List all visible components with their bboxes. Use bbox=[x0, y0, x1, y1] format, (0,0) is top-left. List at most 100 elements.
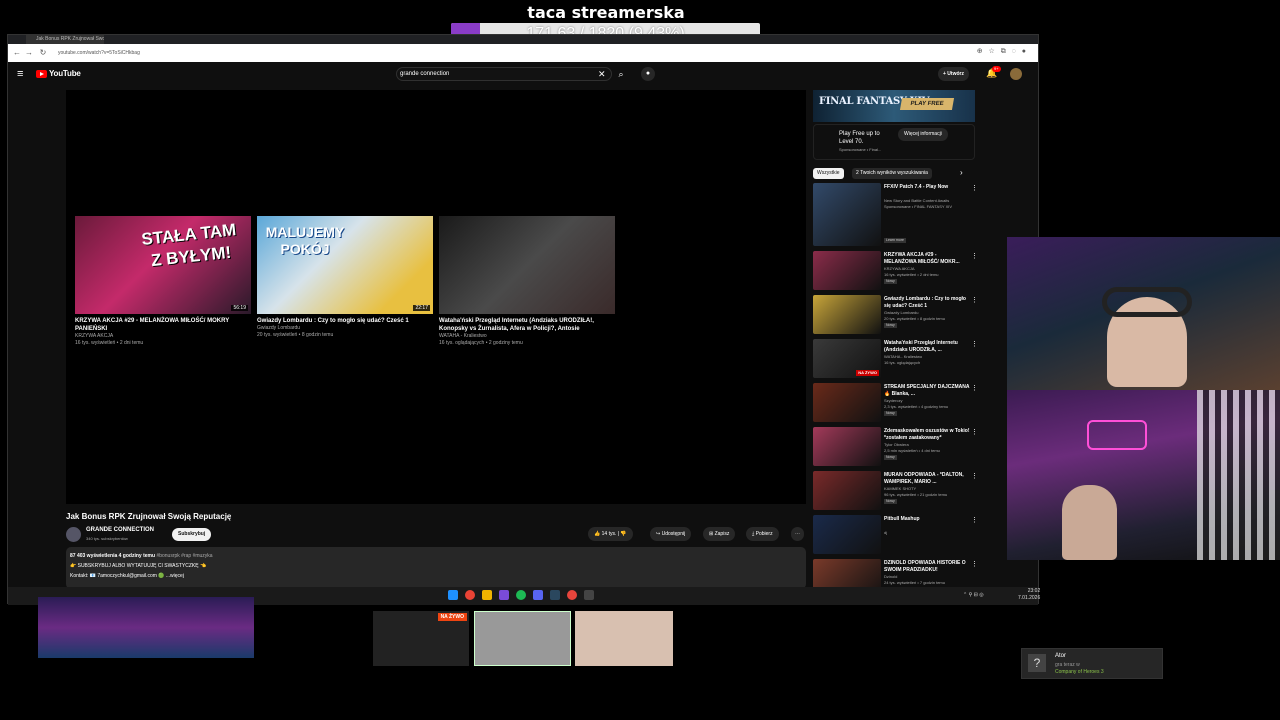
recommendation-item[interactable]: Zdemaskowałem oszustów w Tokio! *zostałe… bbox=[813, 427, 1038, 469]
browser-tab[interactable]: Jak Bonus RPK Zrujnował Swoją Reputację bbox=[26, 35, 104, 44]
video-player[interactable]: STAŁA TAM Z BYŁYM! 56:19 KRZYWA AKCJA #2… bbox=[66, 90, 806, 504]
spotify-icon[interactable] bbox=[516, 590, 526, 600]
recommendation-title: Wataha'ński Przegląd Internetu (Andziaks… bbox=[884, 340, 958, 353]
ad-info-card bbox=[813, 124, 975, 160]
youtube-logo[interactable]: YouTube bbox=[36, 69, 81, 78]
ad-more-info-button[interactable]: Więcej informacji bbox=[898, 128, 948, 141]
learn-more-button[interactable]: Learn more bbox=[884, 238, 906, 243]
more-options-icon[interactable]: ⋮ bbox=[971, 472, 978, 480]
ad-play-free-button[interactable]: PLAY FREE bbox=[899, 98, 955, 110]
like-button[interactable]: 👍 14 tys. | 👎 bbox=[588, 527, 633, 541]
subscribe-button[interactable]: Subskrybuj bbox=[172, 528, 212, 541]
recommendation-meta: 24 tys. wyświetleń • 7 godzin temu bbox=[884, 580, 945, 585]
save-button[interactable]: ⊞ Zapisz bbox=[703, 527, 736, 541]
recommendation-title: Gwiazdy Lombardu : Czy to mogło się udać… bbox=[884, 296, 966, 309]
player-name: Ator bbox=[1055, 653, 1067, 659]
app-icon[interactable] bbox=[584, 590, 594, 600]
tray-icons[interactable]: ⌃ ⚲ ⊟ ◎ bbox=[963, 592, 984, 598]
stream-title: taca streamerska bbox=[527, 3, 685, 22]
more-options-icon[interactable]: ⋮ bbox=[971, 252, 978, 260]
more-options-icon[interactable]: ⋮ bbox=[971, 428, 978, 436]
new-badge: Nowy bbox=[884, 499, 897, 504]
video-title: Jak Bonus RPK Zrujnował Swoją Reputację bbox=[66, 512, 232, 521]
more-options-icon[interactable]: ⋮ bbox=[971, 560, 978, 568]
video-description[interactable]: 87 403 wyświetlenia 4 godziny temu #bonu… bbox=[66, 547, 806, 589]
recommendation-channel: New Story and Battle Content Awaits bbox=[884, 198, 950, 203]
app-icon[interactable] bbox=[499, 590, 509, 600]
reload-icon[interactable]: ↻ bbox=[38, 47, 48, 59]
recommendation-thumbnail bbox=[813, 183, 881, 246]
steam-icon[interactable] bbox=[550, 590, 560, 600]
menu-icon[interactable]: ≡ bbox=[17, 68, 23, 80]
chevron-right-icon[interactable]: › bbox=[960, 168, 963, 177]
address-bar-row: ← → ↻ youtube.com/watch?v=5ToSiCHkbag ⊕ … bbox=[8, 44, 1038, 62]
end-card[interactable]: STAŁA TAM Z BYŁYM! 56:19 KRZYWA AKCJA #2… bbox=[75, 216, 251, 347]
end-card[interactable]: Wataha'ński Przegląd Internetu (Andziaks… bbox=[439, 216, 615, 347]
start-icon[interactable] bbox=[448, 590, 458, 600]
more-options-icon[interactable]: ⋮ bbox=[971, 384, 978, 392]
stream-scene-tile bbox=[38, 597, 254, 658]
recommendation-channel: Dzinold bbox=[884, 574, 898, 579]
recommendation-title: FFXIV Patch 7.4 - Play Now bbox=[884, 184, 949, 190]
channel-avatar[interactable] bbox=[66, 527, 81, 542]
recommendation-title: DZINOLD OPOWIADA HISTORIE O SWOIM PRADZI… bbox=[884, 560, 966, 573]
browser-toolbar-icons[interactable]: ⊕ ☆ ⧉ ◌ ● bbox=[977, 47, 1026, 56]
clear-search-icon[interactable]: ✕ bbox=[598, 67, 606, 81]
more-options-icon[interactable]: ⋮ bbox=[971, 296, 978, 304]
ad-text: Play Free up to Level 70. bbox=[839, 131, 880, 145]
recommendation-channel: dj bbox=[884, 530, 888, 535]
microphone-icon[interactable]: ● bbox=[641, 67, 655, 81]
live-badge: NA ŻYWO bbox=[856, 370, 879, 376]
recommendation-item[interactable]: NA ŻYWO Wataha'ński Przegląd Internetu (A… bbox=[813, 339, 1038, 381]
chrome-icon[interactable] bbox=[465, 590, 475, 600]
more-actions-button[interactable]: ⋯ bbox=[791, 527, 804, 541]
tab-bar: Jak Bonus RPK Zrujnował Swoją Reputację bbox=[8, 35, 1038, 44]
recommendation-item[interactable]: Gwiazdy Lombardu : Czy to mogło się udać… bbox=[813, 295, 1038, 337]
more-options-icon[interactable]: ⋮ bbox=[971, 340, 978, 348]
recommendation-channel: WATAHA - Kraliestwo bbox=[884, 354, 923, 359]
recommendation-item[interactable]: FFXIV Patch 7.4 - Play Now New Story and … bbox=[813, 183, 1038, 249]
notification-badge: 9+ bbox=[992, 66, 1001, 72]
chip-your-results[interactable]: 2 Twoich wyników wyszukiwania bbox=[852, 168, 932, 179]
search-icon[interactable]: ⌕ bbox=[614, 67, 628, 81]
live-preview-tile[interactable]: NA ŻYWO bbox=[373, 611, 469, 666]
recommendation-channel: Tylor Obwiera bbox=[884, 442, 909, 447]
create-button[interactable]: + Utwórz bbox=[938, 67, 969, 81]
forward-icon[interactable]: → bbox=[24, 47, 34, 59]
recommendation-meta: 2,3 tys. wyświetleń • 4 godziny temu bbox=[884, 404, 949, 409]
recommendation-title: Zdemaskowałem oszustów w Tokio! *zostałe… bbox=[884, 428, 970, 441]
recommendation-item[interactable]: STREAM SPECJALNY DAJCZMANA 🔥 Blanka, ...… bbox=[813, 383, 1038, 425]
search-input[interactable]: grande connection bbox=[396, 67, 612, 81]
recommendation-item[interactable]: KRZYWA AKCJA #29 - MELANŻOWA MIŁOŚĆ/ MOK… bbox=[813, 251, 1038, 293]
person-image-tile[interactable] bbox=[575, 611, 673, 666]
car-image-tile[interactable] bbox=[474, 611, 571, 666]
recommendation-item[interactable]: Pitbull Mashup dj ⋮ bbox=[813, 515, 1038, 557]
recommendation-thumbnail bbox=[813, 295, 881, 334]
browser-icon[interactable] bbox=[567, 590, 577, 600]
recommendation-meta: Sponsorowane • FINAL FANTASY XIV bbox=[884, 204, 953, 209]
new-badge: Nowy bbox=[884, 411, 897, 416]
recommendation-meta: 20 tys. wyświetleń • 8 godzin temu bbox=[884, 316, 945, 321]
end-card[interactable]: MALUJEMY POKÓJ 22:17 Gwiazdy Lombardu : … bbox=[257, 216, 433, 339]
game-icon: ? bbox=[1028, 654, 1046, 672]
download-button[interactable]: ⤓ Pobierz bbox=[746, 527, 779, 541]
recommendation-meta: 16 tys. wyświetleń • 2 dni temu bbox=[884, 272, 939, 277]
end-card-thumbnail bbox=[439, 216, 615, 314]
channel-name[interactable]: GRANDE CONNECTION bbox=[86, 527, 154, 533]
chip-all[interactable]: Wszystkie bbox=[813, 168, 844, 179]
folder-icon[interactable] bbox=[482, 590, 492, 600]
account-avatar[interactable] bbox=[1010, 68, 1022, 80]
recommendation-thumbnail bbox=[813, 251, 881, 290]
taskbar-clock[interactable]: 23:02 7.01.2026 bbox=[1018, 588, 1040, 602]
more-options-icon[interactable]: ⋮ bbox=[971, 184, 978, 192]
back-icon[interactable]: ← bbox=[12, 47, 22, 59]
discord-icon[interactable] bbox=[533, 590, 543, 600]
recommendation-item[interactable]: MURAN ODPOWIADA - *DALTON, WAMPIREK, MAR… bbox=[813, 471, 1038, 513]
more-options-icon[interactable]: ⋮ bbox=[971, 516, 978, 524]
recommendation-thumbnail bbox=[813, 471, 881, 510]
recommendation-channel: Gwiazdy Lombardu bbox=[884, 310, 919, 315]
address-field[interactable]: youtube.com/watch?v=5ToSiCHkbag bbox=[58, 47, 938, 59]
share-button[interactable]: ↪ Udostępnij bbox=[650, 527, 692, 541]
ad-banner[interactable]: FINAL FANTASY XIV PLAY FREE bbox=[813, 90, 975, 122]
recommendation-title: KRZYWA AKCJA #29 - MELANŻOWA MIŁOŚĆ/ MOK… bbox=[884, 252, 960, 265]
